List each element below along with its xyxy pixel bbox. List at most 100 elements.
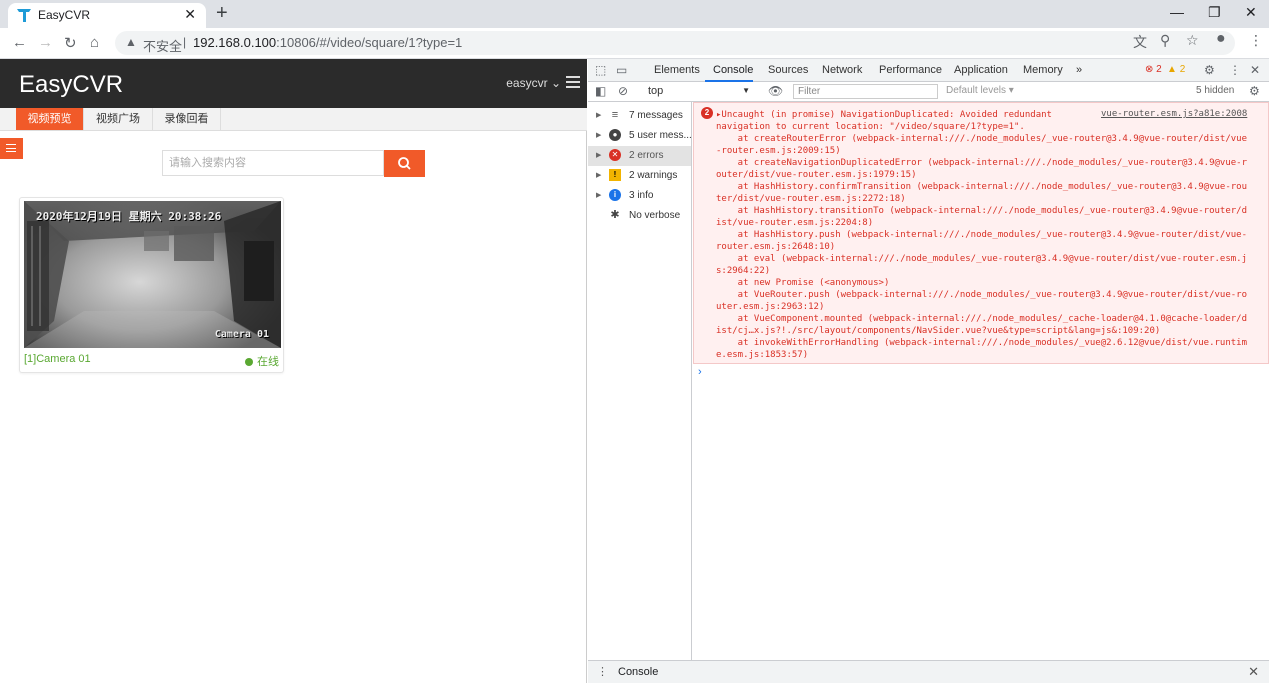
drawer-close-icon[interactable]: ✕ xyxy=(1248,664,1259,680)
sidebar-item-info[interactable]: ▶ i 3 info xyxy=(588,186,691,206)
camera-card[interactable]: 2020年12月19日 星期六 20:38:26 Camera 01 [1]Ca… xyxy=(19,197,284,373)
device-toolbar-icon[interactable]: ▭ xyxy=(616,63,627,77)
error-line: at createNavigationDuplicatedError (webp… xyxy=(716,158,1248,168)
address-toolbar: ← → ↻ ⌂ ▲ 不安全 | 192.168.0.100:10806/#/vi… xyxy=(0,28,1269,59)
nav-tab-playback[interactable]: 录像回看 xyxy=(153,108,221,130)
forward-icon[interactable]: → xyxy=(38,34,53,51)
sidebar-item-label: 3 info xyxy=(629,190,654,201)
browser-tab[interactable]: EasyCVR ✕ xyxy=(8,3,206,28)
restore-icon[interactable]: ❐ xyxy=(1208,4,1221,21)
window-close-icon[interactable]: ✕ xyxy=(1245,4,1257,21)
more-tabs-button[interactable]: » xyxy=(1076,64,1082,76)
new-tab-button[interactable]: + xyxy=(216,2,228,25)
error-icon: ✕ xyxy=(609,149,621,161)
tab-close-icon[interactable]: ✕ xyxy=(184,6,196,23)
drawer-tab-console[interactable]: Console xyxy=(618,666,658,678)
reload-icon[interactable]: ↻ xyxy=(64,34,77,52)
nav-tab-preview[interactable]: 视频预览 xyxy=(16,108,84,130)
back-icon[interactable]: ← xyxy=(12,34,27,51)
error-count-badge[interactable]: ⊗ 2 xyxy=(1145,64,1162,75)
user-menu[interactable]: easycvr ⌄ xyxy=(506,76,561,90)
translate-icon[interactable]: 文 xyxy=(1133,32,1147,52)
tab-elements[interactable]: Elements xyxy=(654,64,700,76)
error-line: navigation to current location: "/video/… xyxy=(716,122,1025,132)
menu-icon[interactable] xyxy=(566,76,580,88)
bug-icon: ✱ xyxy=(610,209,620,221)
sidebar-item-verbose[interactable]: ✱ No verbose xyxy=(588,206,691,226)
console-settings-icon[interactable]: ⚙ xyxy=(1249,84,1260,98)
expand-arrow-icon: ▶ xyxy=(596,132,602,139)
log-levels-dropdown[interactable]: Default levels ▾ xyxy=(946,85,1014,96)
bookmark-star-icon[interactable]: ☆ xyxy=(1186,32,1199,49)
search-button[interactable] xyxy=(384,150,425,177)
search-box xyxy=(162,150,384,176)
error-line: at new Promise (<anonymous>) xyxy=(716,278,890,288)
context-select[interactable]: top ▼ xyxy=(640,83,754,100)
search-input[interactable] xyxy=(163,151,373,175)
dropdown-arrow-icon: ▼ xyxy=(742,86,750,95)
tab-console[interactable]: Console xyxy=(713,64,753,76)
url-host: 192.168.0.100 xyxy=(193,35,277,50)
error-line: -router.esm.js:2009:15) xyxy=(716,146,841,156)
error-count: 2 xyxy=(1156,64,1162,75)
eye-icon[interactable]: 👁 xyxy=(768,84,783,98)
chevron-down-icon: ⌄ xyxy=(550,76,561,90)
sidebar-toggle-icon[interactable]: ◧ xyxy=(595,84,606,98)
error-line: at createRouterError (webpack-internal:/… xyxy=(716,134,1248,144)
sidebar-item-messages[interactable]: ▶ ≡ 7 messages xyxy=(588,106,691,126)
minimize-icon[interactable]: — xyxy=(1170,4,1184,20)
tab-network[interactable]: Network xyxy=(822,64,862,76)
filter-input[interactable]: Filter xyxy=(793,84,938,99)
error-repeat-count: 2 xyxy=(701,107,713,119)
tab-application[interactable]: Application xyxy=(954,64,1008,76)
error-line: ▸Uncaught (in promise) NavigationDuplica… xyxy=(716,110,1052,120)
drawer-menu-icon[interactable]: ⋮ xyxy=(597,665,608,678)
tab-performance[interactable]: Performance xyxy=(879,64,942,76)
kebab-menu-icon[interactable]: ⋮ xyxy=(1229,63,1241,77)
error-line: ist/cj…x.js?!./src/layout/components/Nav… xyxy=(716,326,1161,336)
settings-gear-icon[interactable]: ⚙ xyxy=(1204,63,1215,77)
error-line: at eval (webpack-internal:///./node_modu… xyxy=(716,254,1248,264)
sidebar-item-label: 7 messages xyxy=(629,110,683,121)
warning-count-badge[interactable]: ▲ 2 xyxy=(1167,64,1185,75)
clear-console-icon[interactable]: ⊘ xyxy=(618,84,628,98)
sidebar-item-label: 2 warnings xyxy=(629,170,678,181)
console-sidebar: ▶ ≡ 7 messages ▶ ● 5 user mess... ▶ ✕ 2 … xyxy=(588,102,692,660)
info-icon: i xyxy=(609,189,621,201)
sidebar-item-warnings[interactable]: ▶ ! 2 warnings xyxy=(588,166,691,186)
search-icon xyxy=(398,157,411,170)
url-separator: | xyxy=(183,35,187,49)
list-icon: ≡ xyxy=(611,109,619,121)
user-name: easycvr xyxy=(506,76,548,90)
sidebar-item-errors[interactable]: ▶ ✕ 2 errors xyxy=(588,146,691,166)
url-path: :10806/#/video/square/1?type=1 xyxy=(276,35,463,50)
sidebar-toggle-button[interactable] xyxy=(0,138,23,159)
error-source-link[interactable]: vue-router.esm.js?a81e:2008 xyxy=(1101,109,1247,119)
app-title[interactable]: EasyCVR xyxy=(19,71,123,99)
profile-icon[interactable]: ● xyxy=(1216,30,1226,48)
expand-arrow-icon: ▶ xyxy=(596,172,602,179)
sidebar-item-label: 2 errors xyxy=(629,150,664,161)
sidebar-item-user-messages[interactable]: ▶ ● 5 user mess... xyxy=(588,126,692,146)
camera-timestamp: 2020年12月19日 星期六 20:38:26 xyxy=(36,210,222,223)
tab-sources[interactable]: Sources xyxy=(768,64,808,76)
zoom-icon[interactable]: ⚲ xyxy=(1160,32,1170,49)
easycvr-favicon-icon xyxy=(17,9,31,22)
expand-arrow-icon: ▶ xyxy=(596,192,602,199)
console-prompt[interactable]: › xyxy=(698,366,702,378)
camera-thumbnail[interactable]: 2020年12月19日 星期六 20:38:26 Camera 01 xyxy=(24,201,281,348)
error-line: at VueRouter.push (webpack-internal:///.… xyxy=(716,290,1248,300)
url-bar[interactable]: ▲ 不安全 | 192.168.0.100:10806/#/video/squa… xyxy=(115,31,1235,55)
inspect-element-icon[interactable]: ⬚ xyxy=(595,63,606,77)
error-line: router.esm.js:2648:10) xyxy=(716,242,836,252)
console-output: 2 vue-router.esm.js?a81e:2008 ▸Uncaught … xyxy=(692,102,1269,660)
web-page: EasyCVR easycvr ⌄ 视频预览 视频广场 录像回看 请输入搜索内容… xyxy=(0,59,587,683)
nav-tab-square[interactable]: 视频广场 xyxy=(84,108,153,130)
error-line: at HashHistory.transitionTo (webpack-int… xyxy=(716,206,1248,216)
tab-memory[interactable]: Memory xyxy=(1023,64,1063,76)
browser-menu-icon[interactable]: ⋮ xyxy=(1249,32,1263,49)
close-devtools-icon[interactable]: ✕ xyxy=(1250,63,1260,77)
home-icon[interactable]: ⌂ xyxy=(90,34,99,51)
camera-name[interactable]: [1]Camera 01 xyxy=(24,353,91,365)
error-message[interactable]: 2 vue-router.esm.js?a81e:2008 ▸Uncaught … xyxy=(693,102,1269,364)
